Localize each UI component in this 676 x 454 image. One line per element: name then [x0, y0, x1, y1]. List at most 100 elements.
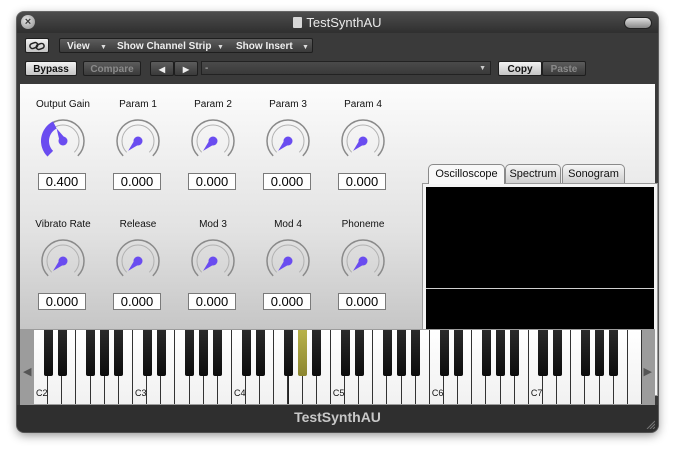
black-key[interactable] [57, 330, 67, 376]
show-insert-label: Show Insert [236, 41, 293, 52]
black-key[interactable] [142, 330, 152, 376]
knob-dial[interactable] [39, 117, 87, 165]
knob-dial[interactable] [339, 117, 387, 165]
black-key[interactable] [312, 330, 322, 376]
tab-spectrum[interactable]: Spectrum [505, 164, 561, 183]
plugin-footer: TestSynthAU [17, 405, 658, 432]
knob-param-4[interactable]: Param 4 0.000 [326, 84, 400, 194]
knob-value-field[interactable]: 0.000 [38, 293, 86, 310]
black-key[interactable] [255, 330, 265, 376]
plugin-panel: Output Gain 0.400 Param 1 0.000 Param 2 0.000… [20, 84, 658, 396]
knob-value-field[interactable]: 0.000 [263, 293, 311, 310]
knob-param-1[interactable]: Param 1 0.000 [101, 84, 175, 194]
black-key[interactable] [580, 330, 590, 376]
show-channel-strip-button[interactable]: Show Channel Strip [117, 39, 211, 52]
black-key[interactable] [552, 330, 562, 376]
tab-sonogram[interactable]: Sonogram [562, 164, 625, 183]
knob-dial[interactable] [189, 117, 237, 165]
black-key[interactable] [340, 330, 350, 376]
octave-label: C5 [332, 388, 345, 398]
paste-button[interactable]: Paste [542, 61, 586, 76]
knob-hub [58, 136, 68, 146]
knob-dial[interactable] [39, 237, 87, 285]
next-preset-button[interactable]: ▶ [174, 61, 198, 76]
knob-value-field[interactable]: 0.000 [263, 173, 311, 190]
oscilloscope-trace [426, 288, 654, 289]
black-key[interactable] [114, 330, 124, 376]
knob-dial[interactable] [114, 237, 162, 285]
show-insert-button[interactable]: Show Insert [236, 39, 293, 52]
knob-value-field[interactable]: 0.000 [113, 173, 161, 190]
knob-label: Release [119, 219, 157, 230]
view-label: View [67, 41, 90, 52]
knob-value-field[interactable]: 0.000 [338, 173, 386, 190]
knob-dial[interactable] [114, 117, 162, 165]
knob-release[interactable]: Release 0.000 [101, 204, 175, 314]
black-key[interactable] [609, 330, 619, 376]
knob-dial[interactable] [189, 237, 237, 285]
black-key[interactable] [538, 330, 548, 376]
copy-label: Copy [507, 64, 533, 75]
chevron-down-icon: ▼ [302, 44, 309, 51]
compare-button[interactable]: Compare [83, 61, 141, 76]
black-key[interactable] [156, 330, 166, 376]
arrow-right-icon: ▶ [182, 65, 190, 74]
octave-label: C7 [530, 388, 543, 398]
view-menu[interactable]: View [67, 39, 90, 52]
knob-output-gain[interactable]: Output Gain 0.400 [26, 84, 100, 194]
black-key[interactable] [199, 330, 209, 376]
knob-param-3[interactable]: Param 3 0.000 [251, 84, 325, 194]
knob-param-2[interactable]: Param 2 0.000 [176, 84, 250, 194]
scroll-right-icon[interactable]: ▶ [644, 365, 652, 378]
toolbar-toggle-button[interactable] [624, 17, 652, 29]
knob-value-field[interactable]: 0.000 [338, 293, 386, 310]
knob-value-field[interactable]: 0.000 [188, 173, 236, 190]
black-key[interactable] [100, 330, 110, 376]
octave-label: C2 [36, 388, 48, 398]
knob-label: Mod 4 [274, 219, 302, 230]
knob-dial[interactable] [339, 237, 387, 285]
knob-value-field[interactable]: 0.000 [188, 293, 236, 310]
black-key[interactable] [354, 330, 364, 376]
tab-spectrum-label: Spectrum [509, 168, 557, 180]
knob-vibrato-rate[interactable]: Vibrato Rate 0.000 [26, 204, 100, 314]
bypass-button[interactable]: Bypass [25, 61, 77, 76]
black-key[interactable] [397, 330, 407, 376]
knob-value-field[interactable]: 0.400 [38, 173, 86, 190]
knob-label: Vibrato Rate [35, 219, 91, 230]
knob-label: Param 2 [194, 99, 232, 110]
knob-level-fill [40, 121, 57, 157]
white-key[interactable] [627, 330, 642, 404]
black-key-pressed[interactable] [298, 330, 308, 376]
copy-button[interactable]: Copy [498, 61, 542, 76]
knob-mod-4[interactable]: Mod 4 0.000 [251, 204, 325, 314]
previous-preset-button[interactable]: ◀ [150, 61, 174, 76]
black-key[interactable] [453, 330, 463, 376]
title-bar[interactable]: × TestSynthAU [17, 12, 658, 33]
knob-dial[interactable] [264, 237, 312, 285]
scroll-left-icon[interactable]: ◀ [23, 365, 31, 378]
black-key[interactable] [241, 330, 251, 376]
resize-grip-icon[interactable] [645, 419, 655, 429]
black-key[interactable] [439, 330, 449, 376]
black-key[interactable] [43, 330, 53, 376]
black-key[interactable] [283, 330, 294, 376]
knob-dial[interactable] [264, 117, 312, 165]
piano-keyboard[interactable]: C2 C3 C4 C5 C6 C7 [34, 330, 642, 404]
black-key[interactable] [595, 330, 605, 376]
black-key[interactable] [213, 330, 223, 376]
knob-mod-3[interactable]: Mod 3 0.000 [176, 204, 250, 314]
octave-label: C3 [134, 388, 147, 398]
black-key[interactable] [86, 330, 96, 376]
black-key[interactable] [411, 330, 421, 376]
preset-select[interactable]: - ▼ [201, 61, 491, 75]
black-key[interactable] [481, 330, 491, 376]
black-key[interactable] [510, 330, 520, 376]
black-key[interactable] [185, 330, 195, 376]
knob-phoneme[interactable]: Phoneme 0.000 [326, 204, 400, 314]
link-button[interactable] [25, 38, 49, 53]
black-key[interactable] [382, 330, 392, 376]
black-key[interactable] [496, 330, 506, 376]
tab-oscilloscope[interactable]: Oscilloscope [428, 164, 505, 184]
knob-value-field[interactable]: 0.000 [113, 293, 161, 310]
